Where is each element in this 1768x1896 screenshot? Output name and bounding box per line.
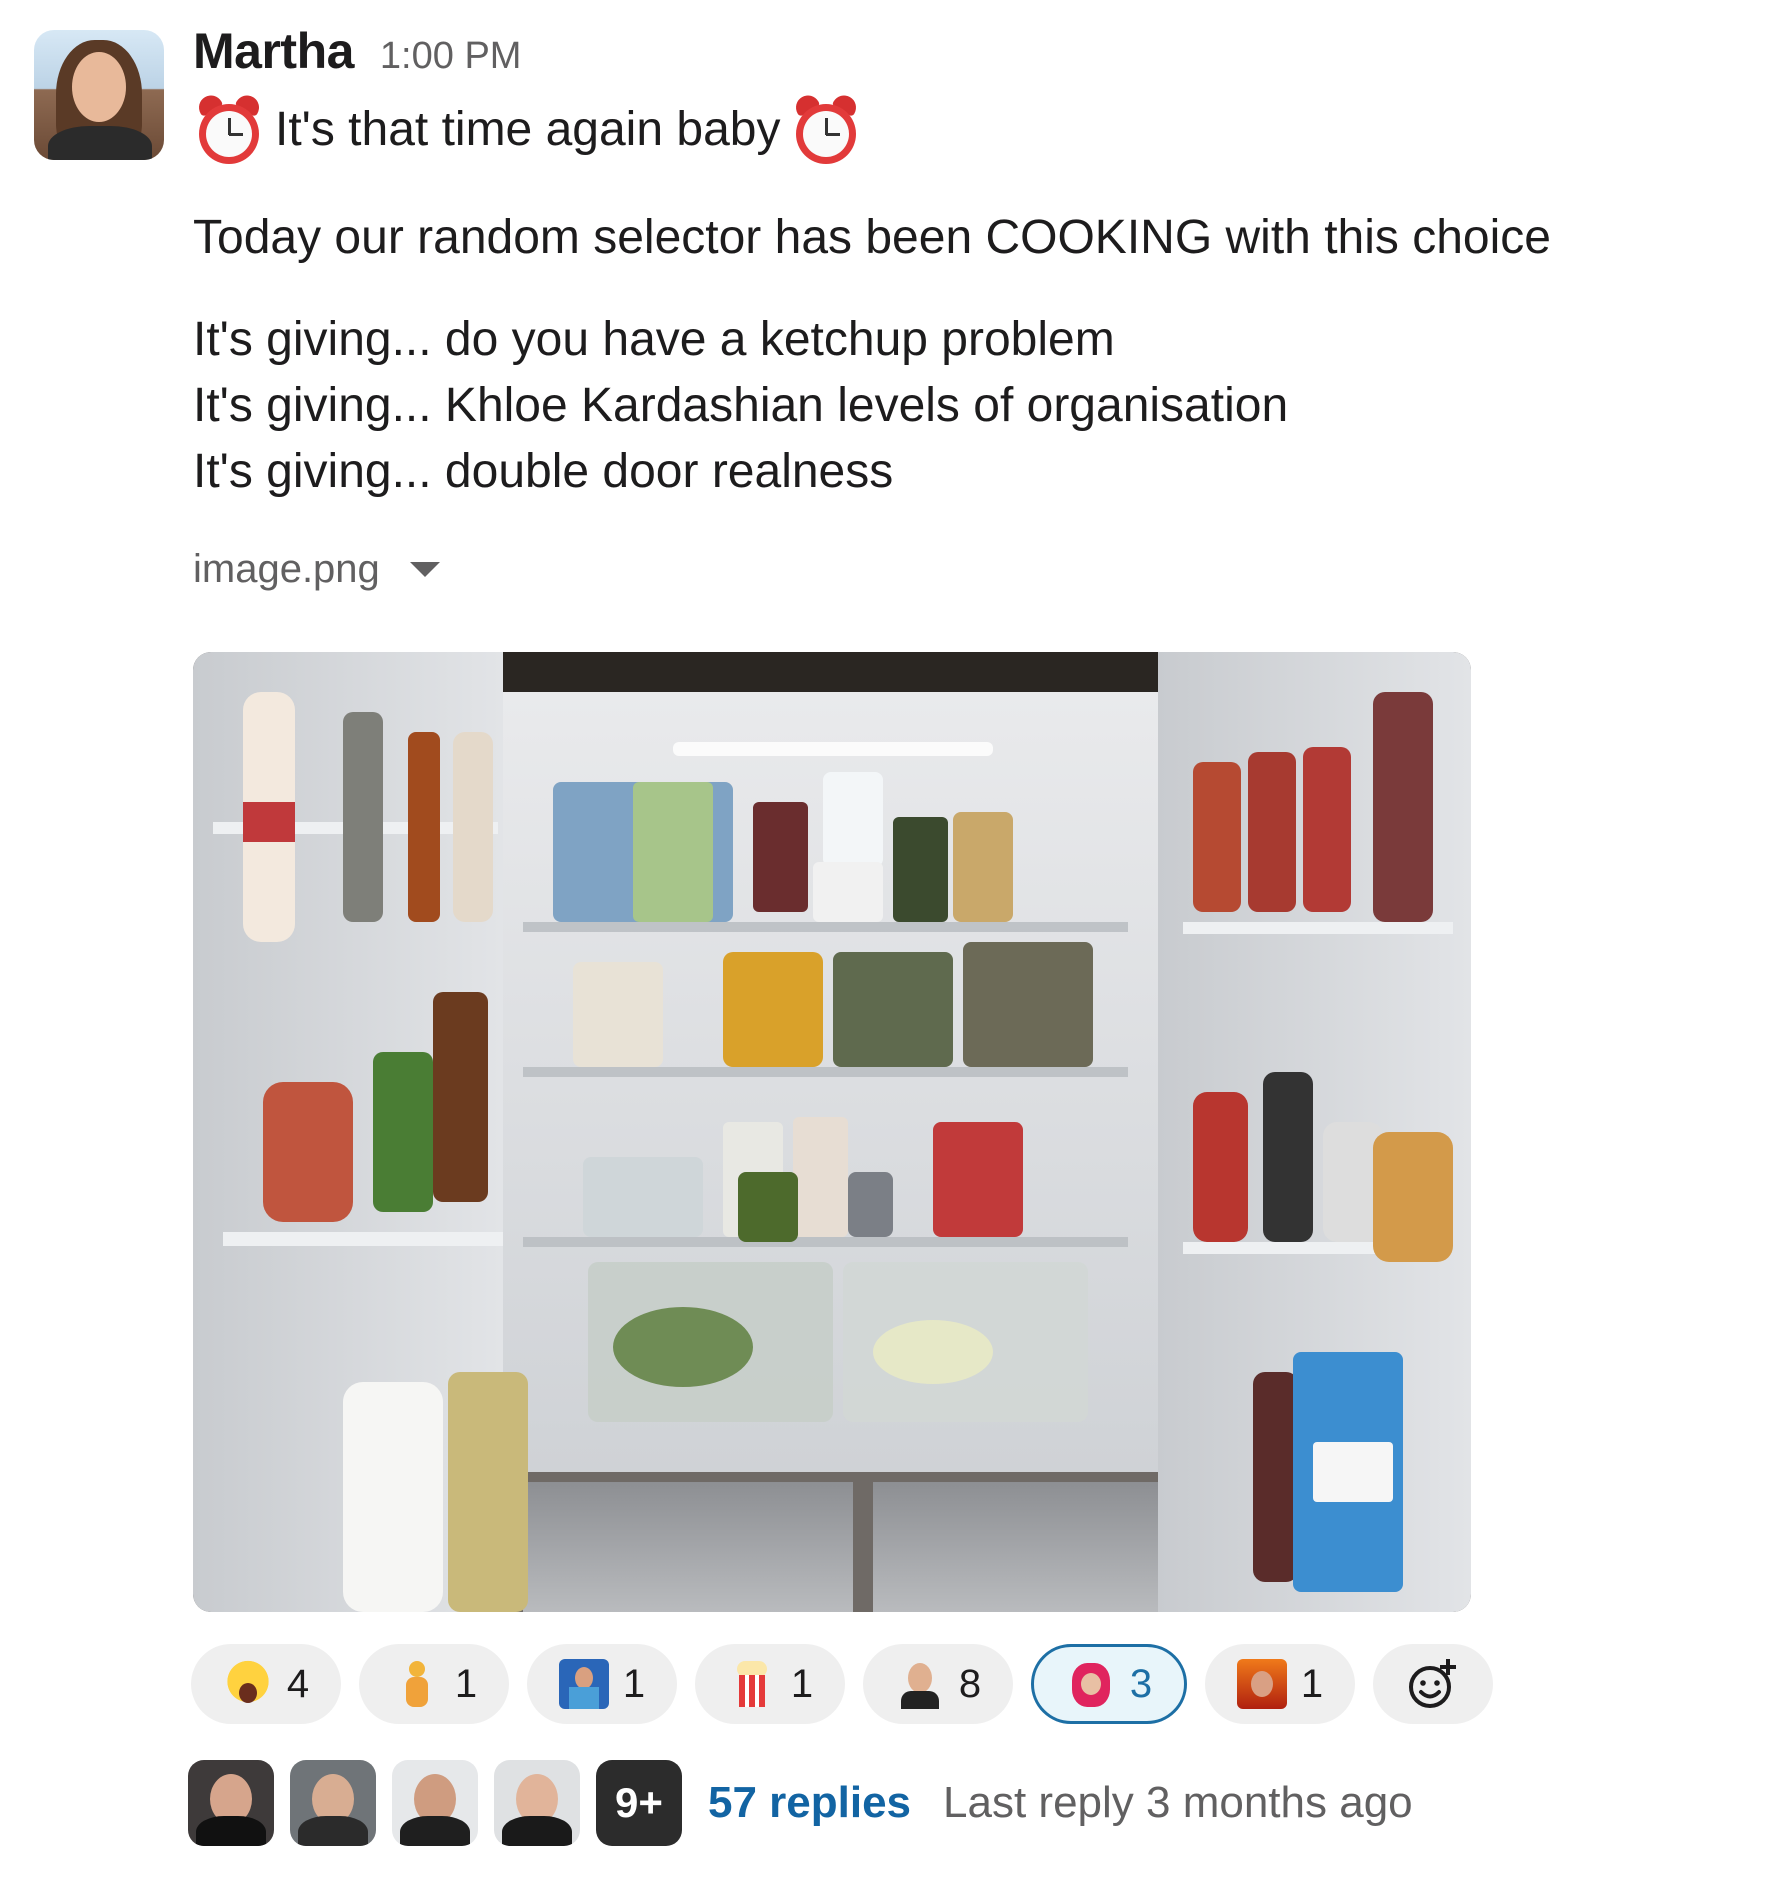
alarm-clock-icon — [790, 91, 862, 166]
reaction-count: 8 — [958, 1661, 982, 1706]
custom-shocked-man-icon — [895, 1659, 945, 1709]
reactions-bar: 4 1 1 1 8 3 1 — [191, 1644, 1511, 1724]
custom-figure-icon — [391, 1659, 441, 1709]
reaction-custom-shocked[interactable]: 8 — [863, 1644, 1013, 1724]
author-name[interactable]: Martha — [193, 22, 354, 80]
thread-participant-avatar[interactable] — [290, 1760, 376, 1846]
reaction-custom-bear-hood[interactable]: 3 — [1031, 1644, 1187, 1724]
message-text-line-1: It's that time again baby — [275, 103, 781, 156]
custom-bear-hood-icon — [1066, 1659, 1116, 1709]
author-avatar[interactable] — [34, 30, 164, 160]
giving-block: It's giving... do you have a ketchup pro… — [193, 307, 1733, 505]
reaction-count: 3 — [1129, 1661, 1153, 1706]
giving-line: It's giving... Khloe Kardashian levels o… — [193, 379, 1289, 432]
message: Martha 1:00 PM It's that time again baby… — [193, 22, 1733, 599]
thread-summary[interactable]: 9+ 57 replies Last reply 3 months ago — [188, 1760, 1413, 1846]
add-reaction-icon — [1409, 1659, 1456, 1708]
message-header: Martha 1:00 PM — [193, 22, 1733, 88]
attachment-filename[interactable]: image.png — [193, 547, 380, 592]
message-text-line-2: Today our random selector has been COOKI… — [193, 211, 1551, 264]
fridge-photo — [193, 652, 1471, 1612]
reaction-count: 1 — [454, 1661, 478, 1706]
custom-fire-face-icon — [1236, 1659, 1287, 1709]
reaction-custom-figure[interactable]: 1 — [359, 1644, 509, 1724]
attachment-header: image.png — [193, 539, 1733, 599]
add-reaction-button[interactable] — [1373, 1644, 1493, 1724]
thread-replies-link[interactable]: 57 replies — [708, 1778, 911, 1828]
custom-news-anchor-icon — [558, 1659, 609, 1709]
message-line-1: It's that time again baby — [193, 91, 1733, 169]
reaction-count: 4 — [286, 1661, 310, 1706]
reaction-count: 1 — [622, 1661, 646, 1706]
thread-last-reply: Last reply 3 months ago — [943, 1778, 1413, 1827]
more-participants-badge[interactable]: 9+ — [596, 1760, 682, 1846]
screaming-face-icon — [222, 1659, 273, 1709]
thread-participant-avatar[interactable] — [494, 1760, 580, 1846]
message-timestamp[interactable]: 1:00 PM — [380, 35, 522, 78]
popcorn-icon — [727, 1659, 777, 1709]
alarm-clock-icon — [193, 91, 265, 166]
giving-line: It's giving... double door realness — [193, 445, 894, 498]
chevron-down-icon[interactable] — [409, 561, 440, 577]
attachment-image[interactable] — [193, 652, 1471, 1612]
reaction-popcorn[interactable]: 1 — [695, 1644, 845, 1724]
giving-line: It's giving... do you have a ketchup pro… — [193, 313, 1115, 366]
reaction-custom-news[interactable]: 1 — [527, 1644, 677, 1724]
reaction-count: 1 — [1300, 1661, 1324, 1706]
reaction-screaming[interactable]: 4 — [191, 1644, 341, 1724]
reaction-custom-fire-face[interactable]: 1 — [1205, 1644, 1355, 1724]
thread-participant-avatar[interactable] — [188, 1760, 274, 1846]
reaction-count: 1 — [790, 1661, 814, 1706]
thread-participant-avatar[interactable] — [392, 1760, 478, 1846]
